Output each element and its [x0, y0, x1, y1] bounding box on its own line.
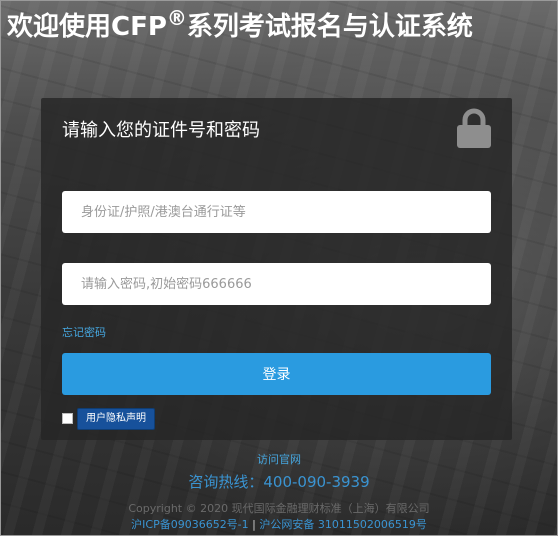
icp-link[interactable]: 沪ICP备09036652号-1 [131, 518, 249, 531]
password-input[interactable] [62, 263, 491, 305]
copyright-text: Copyright © 2020 现代国际金融理财标准（上海）有限公司 [128, 502, 430, 515]
privacy-statement-button[interactable]: 用户隐私声明 [77, 408, 155, 430]
page-title-main: 欢迎使用CFP [7, 12, 167, 42]
privacy-checkbox[interactable] [62, 413, 73, 424]
police-record-link[interactable]: 沪公网安备 31011502006519号 [259, 518, 426, 531]
page-title-suffix: 系列考试报名与认证系统 [186, 12, 473, 42]
login-card-title: 请输入您的证件号和密码 [62, 120, 260, 141]
login-button[interactable]: 登录 [62, 353, 491, 395]
forgot-password-link[interactable]: 忘记密码 [62, 324, 106, 340]
login-page: 欢迎使用CFP®系列考试报名与认证系统 请输入您的证件号和密码 忘记密码 登录 … [0, 0, 558, 536]
login-card: 请输入您的证件号和密码 忘记密码 登录 用户隐私声明 [41, 98, 512, 440]
hotline-text: 咨询热线：400-090-3939 [188, 473, 370, 491]
id-number-input[interactable] [62, 191, 491, 233]
registration-links: 沪ICP备09036652号-1 | 沪公网安备 31011502006519号 [1, 516, 557, 532]
page-title: 欢迎使用CFP®系列考试报名与认证系统 [7, 7, 473, 47]
visit-official-site-link[interactable]: 访问官网 [1, 451, 557, 467]
footer-separator: | [252, 518, 256, 531]
lock-icon [457, 108, 491, 148]
registered-mark: ® [166, 6, 187, 30]
